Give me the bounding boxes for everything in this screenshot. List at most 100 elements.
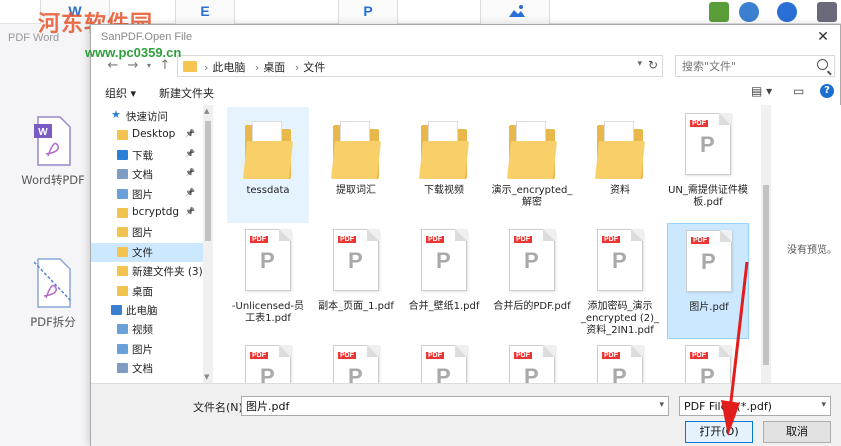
nav-item-label: 快速访问 (126, 111, 168, 123)
nav-item-label: bcryptdg (132, 206, 180, 218)
pdf-file-icon: PDF P (329, 343, 383, 383)
nav-item-label: Desktop (132, 128, 176, 141)
nav-item[interactable]: ★ 快速访问 (91, 107, 203, 126)
scroll-down-icon[interactable]: ▼ (204, 373, 209, 381)
folder-icon (117, 227, 128, 238)
desktop-app-icon[interactable] (709, 2, 729, 22)
folder-item[interactable]: 提取词汇 (315, 107, 397, 223)
nav-item-label: 桌面 (132, 285, 153, 298)
word-to-pdf-label: Word转PDF (21, 173, 85, 187)
folder-icon (593, 111, 647, 181)
chevron-right-icon: › (294, 61, 300, 74)
nav-item[interactable]: 图片 (91, 223, 203, 242)
pin-icon[interactable]: 📌 (185, 188, 195, 197)
desktop-app-icon[interactable] (817, 2, 837, 22)
download-icon (117, 149, 128, 160)
preview-pane-icon[interactable]: ▭ (793, 84, 804, 98)
pdf-file-item[interactable]: PDF P 副本_页面_1.pdf (315, 223, 397, 339)
ppt-tool-button[interactable]: P (338, 0, 398, 24)
folder-item[interactable]: tessdata (227, 107, 309, 223)
file-grid: tessdata 提取词汇 下载视频 演示_encrypted_解密 资料 PDF P UN_… (221, 105, 761, 383)
nav-scrollbar[interactable]: ▲ ▼ (203, 105, 213, 383)
help-icon[interactable]: ? (820, 84, 834, 98)
desktop-app-icon[interactable] (739, 2, 759, 22)
file-name-label: 资料 (610, 185, 630, 196)
pdf-file-item[interactable]: PDF P 添加密码_演示_encrypted (2)_资料_2IN1.pdf (579, 223, 661, 339)
nav-item[interactable]: 视频 (91, 320, 203, 339)
search-box[interactable] (675, 55, 835, 77)
folder-item[interactable]: 演示_encrypted_解密 (491, 107, 573, 223)
breadcrumb-item[interactable]: 此电脑 (212, 61, 245, 74)
pdf-file-item[interactable]: PDF P 合并后的PDF.pdf (491, 223, 573, 339)
new-folder-button[interactable]: 新建文件夹 (159, 85, 214, 101)
pdf-file-icon: PDF P (681, 111, 735, 181)
scroll-up-icon[interactable]: ▲ (204, 107, 209, 115)
annotation-arrow (721, 261, 749, 436)
nav-scroll-thumb[interactable] (205, 121, 211, 241)
chevron-down-icon[interactable]: ▾ (659, 400, 664, 410)
search-input[interactable] (682, 57, 812, 75)
breadcrumb-item[interactable]: 桌面 (263, 61, 285, 74)
pdf-file-item[interactable]: PDF P 合并_壁纸1.pdf (403, 223, 485, 339)
chevron-down-icon[interactable]: ▾ (637, 59, 642, 69)
chevron-down-icon[interactable]: ▾ (821, 400, 826, 410)
address-bar[interactable]: › 此电脑 › 桌面 › 文件 ▾ ↻ (177, 55, 663, 77)
nav-item[interactable]: 桌面 (91, 282, 203, 301)
pdf-file-item[interactable]: PDF P UN_需提供证件模板.pdf (667, 107, 749, 223)
breadcrumb-item[interactable]: 文件 (303, 61, 325, 74)
nav-item[interactable]: bcryptdg 📌 (91, 204, 203, 223)
filename-combobox[interactable]: ▾ (241, 396, 669, 416)
image-icon (509, 5, 525, 17)
pdf-split-label: PDF拆分 (30, 315, 76, 329)
cancel-button[interactable]: 取消 (763, 421, 831, 443)
nav-item[interactable]: Desktop 📌 (91, 126, 203, 145)
word-to-pdf-icon: W (34, 116, 71, 166)
ppt-icon: P (363, 3, 373, 19)
pdf-file-icon: PDF P (417, 227, 471, 297)
nav-item[interactable]: 文档 📌 (91, 165, 203, 184)
excel-tool-button[interactable]: E (175, 0, 235, 24)
image-tool-button[interactable] (480, 0, 550, 24)
pin-icon[interactable]: 📌 (185, 207, 195, 216)
refresh-icon[interactable]: ↻ (648, 58, 658, 72)
breadcrumb: › 此电脑 › 桌面 › 文件 (202, 59, 329, 75)
watermark-url: www.pc0359.cn (85, 45, 182, 60)
organize-button[interactable]: 组织 ▾ (105, 85, 136, 101)
pin-icon[interactable]: 📌 (185, 149, 195, 158)
folder-item[interactable]: 下载视频 (403, 107, 485, 223)
nav-item[interactable]: 图片 (91, 340, 203, 359)
no-preview-text: 没有预览。 (787, 245, 837, 256)
pdf-file-icon: PDF P (241, 343, 295, 383)
view-options-icon[interactable]: ▤ ▾ (751, 84, 772, 98)
pdf-file-item[interactable]: PDF P -Unlicensed-员工表1.pdf (227, 223, 309, 339)
pdf-split-item[interactable]: PDF拆分 (18, 258, 88, 330)
pdf-file-item[interactable]: PDF P (491, 339, 573, 383)
filename-input[interactable] (246, 397, 646, 415)
pdf-file-item[interactable]: PDF P (227, 339, 309, 383)
pdf-file-item[interactable]: PDF P (579, 339, 661, 383)
pc-icon (111, 305, 122, 315)
nav-item[interactable]: 此电脑 (91, 301, 203, 320)
svg-text:W: W (38, 127, 48, 138)
pdf-file-icon: PDF P (593, 343, 647, 383)
pin-icon[interactable]: 📌 (185, 129, 195, 138)
folder-icon (505, 111, 559, 181)
pdf-file-item[interactable]: PDF P (403, 339, 485, 383)
file-name-label: UN_需提供证件模板.pdf (668, 185, 748, 208)
pin-icon[interactable]: 📌 (185, 168, 195, 177)
desktop-app-icon[interactable] (777, 2, 797, 22)
nav-item[interactable]: 下载 📌 (91, 146, 203, 165)
nav-item[interactable]: 图片 📌 (91, 185, 203, 204)
doc-icon (117, 363, 128, 374)
nav-item[interactable]: 文档 (91, 359, 203, 378)
close-icon[interactable]: ✕ (812, 27, 834, 47)
folder-item[interactable]: 资料 (579, 107, 661, 223)
nav-item-label: 新建文件夹 (3) (132, 266, 203, 279)
pic-icon (117, 343, 128, 354)
nav-item-label: 视频 (132, 324, 153, 337)
nav-item[interactable]: 文件 (91, 242, 203, 262)
nav-item[interactable]: 新建文件夹 (3) (91, 262, 203, 281)
pdf-file-item[interactable]: PDF P (315, 339, 397, 383)
filename-label: 文件名(N): (193, 401, 247, 414)
word-to-pdf-item[interactable]: W Word转PDF (18, 116, 88, 188)
